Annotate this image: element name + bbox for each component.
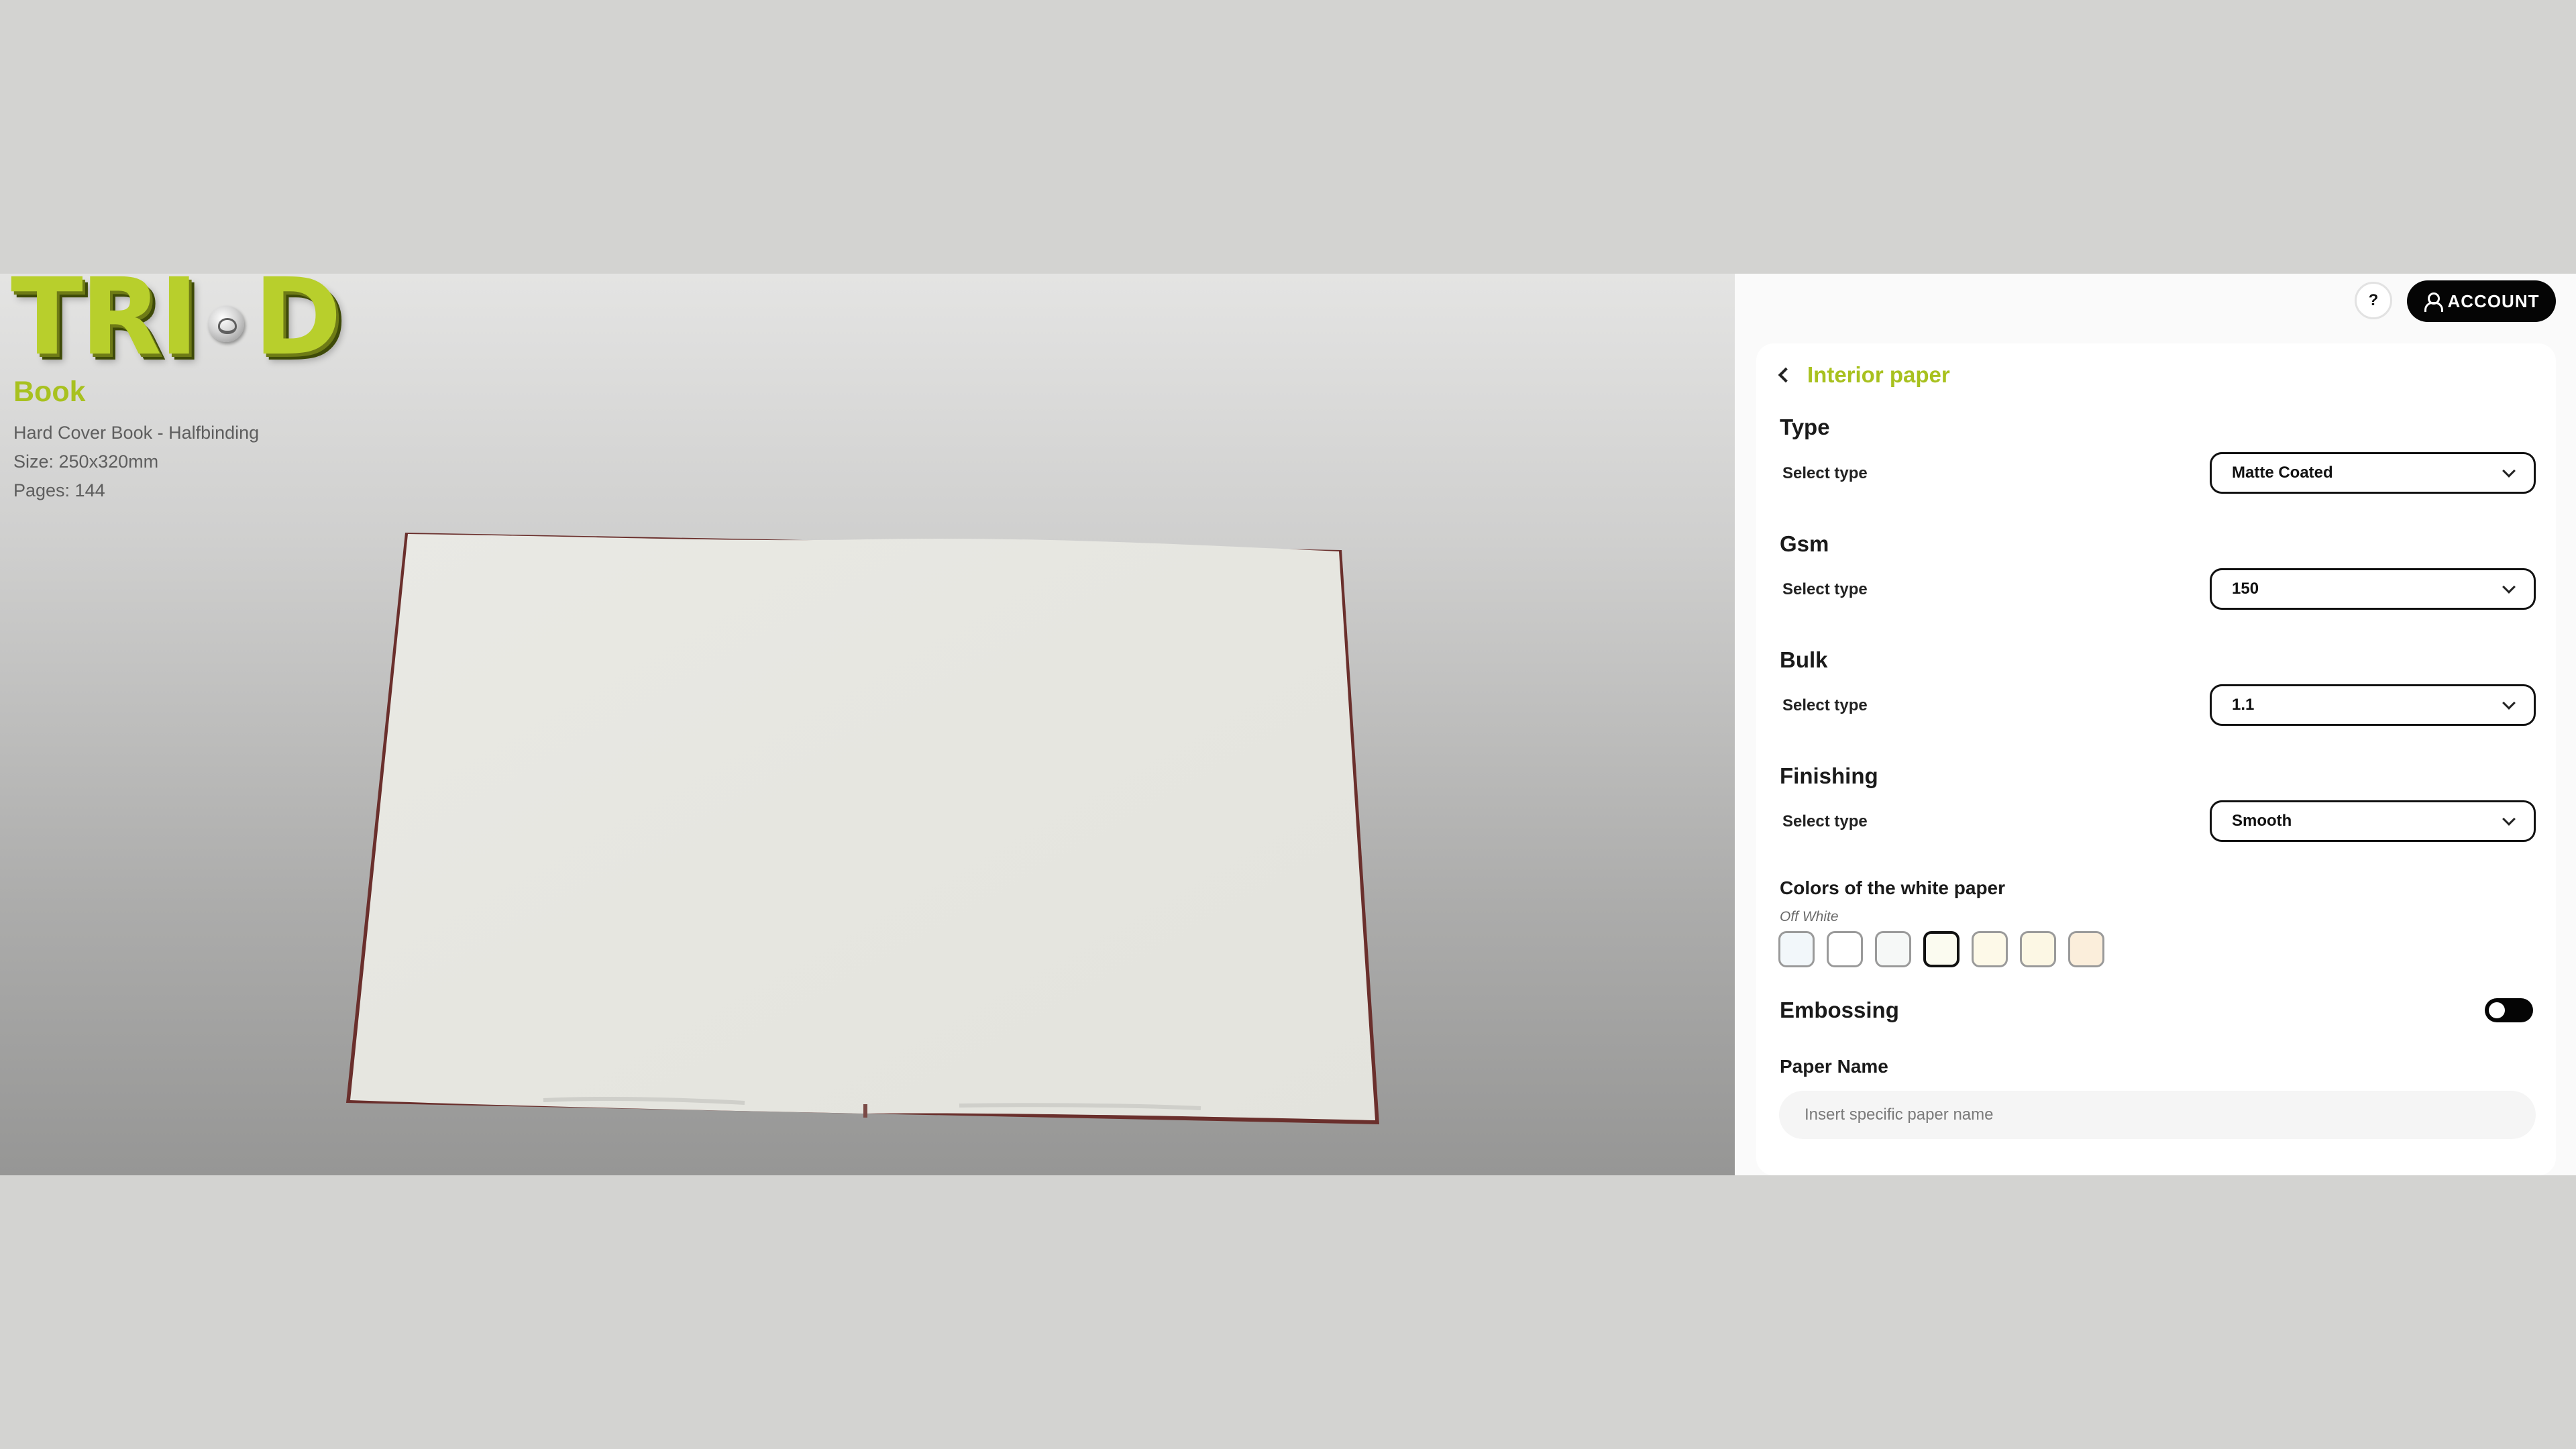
account-label: ACCOUNT (2447, 290, 2540, 311)
type-select[interactable]: Matte Coated (2210, 452, 2536, 494)
user-icon (2424, 292, 2443, 312)
type-value: Matte Coated (2232, 464, 2333, 482)
bulk-value: 1.1 (2232, 696, 2255, 714)
selected-color-name: Off White (1780, 909, 1839, 924)
chevron-down-icon (2502, 580, 2516, 594)
gsm-select[interactable]: 150 (2210, 568, 2536, 610)
book-3d-model[interactable] (0, 274, 1735, 1175)
finishing-select[interactable]: Smooth (2210, 800, 2536, 842)
finishing-label: Select type (1782, 812, 1868, 830)
paper-name-input[interactable] (1779, 1091, 2536, 1139)
paper-name-title: Paper Name (1780, 1056, 1888, 1077)
back-button[interactable]: Interior paper (1776, 362, 1950, 388)
bulk-title: Bulk (1780, 647, 1828, 672)
gsm-value: 150 (2232, 580, 2259, 598)
book-pages (350, 534, 1375, 1120)
color-swatch[interactable] (1827, 931, 1863, 967)
bulk-label: Select type (1782, 696, 1868, 714)
3d-viewer[interactable]: TRI D Book Hard Cover Book - Halfbinding… (0, 274, 1735, 1175)
help-button[interactable]: ? (2355, 282, 2392, 319)
chevron-down-icon (2502, 696, 2516, 710)
color-swatch[interactable] (2020, 931, 2056, 967)
type-title: Type (1780, 415, 1830, 439)
finishing-value: Smooth (2232, 812, 2292, 830)
colors-title: Colors of the white paper (1780, 877, 2006, 898)
embossing-title: Embossing (1780, 998, 1899, 1022)
gsm-label: Select type (1782, 580, 1868, 598)
color-swatch[interactable] (1972, 931, 2008, 967)
chevron-left-icon (1778, 367, 1794, 383)
finishing-title: Finishing (1780, 763, 1878, 788)
account-button[interactable]: ACCOUNT (2407, 280, 2556, 322)
color-swatches (1778, 931, 2104, 967)
panel-title: Interior paper (1807, 362, 1950, 387)
color-swatch[interactable] (2068, 931, 2104, 967)
chevron-down-icon (2502, 812, 2516, 826)
chevron-down-icon (2502, 464, 2516, 478)
toggle-knob (2489, 1002, 2505, 1018)
color-swatch[interactable] (1875, 931, 1911, 967)
gsm-title: Gsm (1780, 531, 1829, 556)
embossing-toggle[interactable] (2485, 998, 2533, 1022)
bulk-select[interactable]: 1.1 (2210, 684, 2536, 726)
type-label: Select type (1782, 464, 1868, 482)
color-swatch[interactable] (1923, 931, 1960, 967)
color-swatch[interactable] (1778, 931, 1815, 967)
